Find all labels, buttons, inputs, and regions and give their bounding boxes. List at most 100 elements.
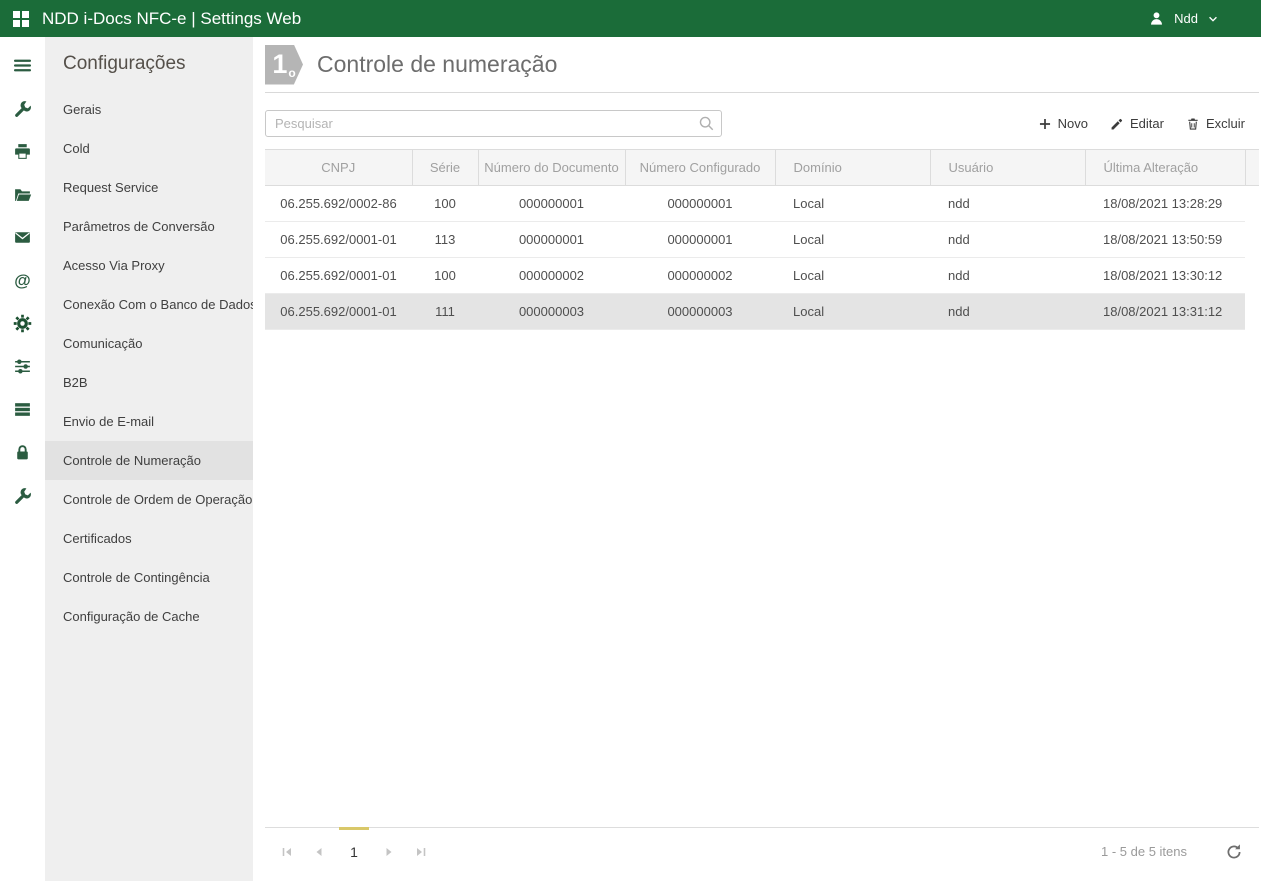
pager-info: 1 - 5 de 5 itens [1101,844,1187,859]
table-cell: 06.255.692/0002-86 [265,186,412,222]
sidebar-item[interactable]: Comunicação [45,324,253,363]
edit-icon [1110,117,1124,131]
username: Ndd [1174,11,1198,26]
page-title: Controle de numeração [317,51,557,78]
column-header[interactable]: Série [412,150,478,186]
table-row[interactable]: 06.255.692/0001-01100000000002000000002L… [265,258,1259,294]
user-icon [1148,10,1165,27]
table-cell: 000000003 [478,294,625,330]
column-header[interactable]: Número Configurado [625,150,775,186]
search-icon[interactable] [698,115,715,132]
sidebar-item[interactable]: Cold [45,129,253,168]
table-cell: 000000001 [625,186,775,222]
column-header-spacer [1245,150,1259,186]
table-cell-spacer [1245,258,1259,294]
sidebar-item[interactable]: Conexão Com o Banco de Dados [45,285,253,324]
table-cell: 06.255.692/0001-01 [265,222,412,258]
sidebar-item[interactable]: B2B [45,363,253,402]
previous-page-button[interactable] [303,836,335,868]
table-cell: ndd [930,294,1085,330]
table-cell: 18/08/2021 13:50:59 [1085,222,1245,258]
table-cell: 000000001 [478,222,625,258]
table-cell-spacer [1245,222,1259,258]
last-page-button[interactable] [405,836,437,868]
sidebar-item[interactable]: Certificados [45,519,253,558]
table-cell: ndd [930,258,1085,294]
numbering-icon-digit: 1 [272,45,287,85]
table-cell: 18/08/2021 13:28:29 [1085,186,1245,222]
layers-icon[interactable] [0,388,45,431]
table-cell: 113 [412,222,478,258]
sliders-icon[interactable] [0,345,45,388]
sidebar-item[interactable]: Acesso Via Proxy [45,246,253,285]
column-header[interactable]: Número do Documento [478,150,625,186]
user-menu[interactable]: Ndd [1148,10,1219,27]
menu-icon[interactable] [0,44,45,87]
toolbar: Novo Editar Excluir [265,110,1259,137]
current-page-button[interactable]: 1 [338,836,370,868]
edit-button[interactable]: Editar [1110,116,1164,131]
icon-rail: @ [0,37,45,881]
table-cell-spacer [1245,186,1259,222]
sidebar-item[interactable]: Controle de Contingência [45,558,253,597]
table-cell: Local [775,186,930,222]
lock-icon[interactable] [0,431,45,474]
table-cell: 000000003 [625,294,775,330]
column-header[interactable]: Última Alteração [1085,150,1245,186]
sidebar-item[interactable]: Configuração de Cache [45,597,253,636]
page-header: 1 o Controle de numeração [265,37,1259,93]
new-button[interactable]: Novo [1038,116,1088,131]
first-page-button[interactable] [271,836,303,868]
sidebar-title: Configurações [45,37,253,90]
pager: 1 1 - 5 de 5 itens [265,827,1259,875]
table-row[interactable]: 06.255.692/0002-86100000000001000000001L… [265,186,1259,222]
sidebar-item[interactable]: Envio de E-mail [45,402,253,441]
table-cell: 100 [412,258,478,294]
sidebar-item[interactable]: Gerais [45,90,253,129]
search-input[interactable] [265,110,722,137]
toolbar-actions: Novo Editar Excluir [1038,116,1245,131]
table-cell: 100 [412,186,478,222]
gear-icon[interactable] [0,302,45,345]
trash-icon [1186,117,1200,131]
column-header[interactable]: Domínio [775,150,930,186]
delete-button-label: Excluir [1206,116,1245,131]
table-cell: 111 [412,294,478,330]
printer-icon[interactable] [0,130,45,173]
table-cell: Local [775,222,930,258]
table-cell: ndd [930,222,1085,258]
main-panel: 1 o Controle de numeração Novo [253,37,1261,881]
numbering-grid: CNPJSérieNúmero do DocumentoNúmero Confi… [265,149,1259,330]
edit-button-label: Editar [1130,116,1164,131]
at-icon[interactable]: @ [0,259,45,302]
table-row[interactable]: 06.255.692/0001-01113000000001000000001L… [265,222,1259,258]
search-box [265,110,722,137]
mail-icon[interactable] [0,216,45,259]
table-cell: 06.255.692/0001-01 [265,258,412,294]
refresh-icon[interactable] [1225,842,1245,862]
tools-icon[interactable] [0,87,45,130]
table-cell-spacer [1245,294,1259,330]
column-header[interactable]: CNPJ [265,150,412,186]
table-cell: Local [775,294,930,330]
sidebar-item[interactable]: Controle de Ordem de Operação [45,480,253,519]
table-cell: 000000001 [478,186,625,222]
sidebar-item[interactable]: Request Service [45,168,253,207]
app-logo-icon[interactable] [13,11,29,27]
app-title: NDD i-Docs NFC-e | Settings Web [42,9,301,29]
table-cell: 000000002 [478,258,625,294]
sidebar-item[interactable]: Controle de Numeração [45,441,253,480]
sidebar-item[interactable]: Parâmetros de Conversão [45,207,253,246]
delete-button[interactable]: Excluir [1186,116,1245,131]
column-header[interactable]: Usuário [930,150,1085,186]
wrench-icon[interactable] [0,474,45,517]
plus-icon [1038,117,1052,131]
table-cell: 000000001 [625,222,775,258]
folder-icon[interactable] [0,173,45,216]
table-cell: 000000002 [625,258,775,294]
table-cell: ndd [930,186,1085,222]
table-body: 06.255.692/0002-86100000000001000000001L… [265,186,1259,330]
next-page-button[interactable] [373,836,405,868]
table-row[interactable]: 06.255.692/0001-01111000000003000000003L… [265,294,1259,330]
table-cell: 06.255.692/0001-01 [265,294,412,330]
